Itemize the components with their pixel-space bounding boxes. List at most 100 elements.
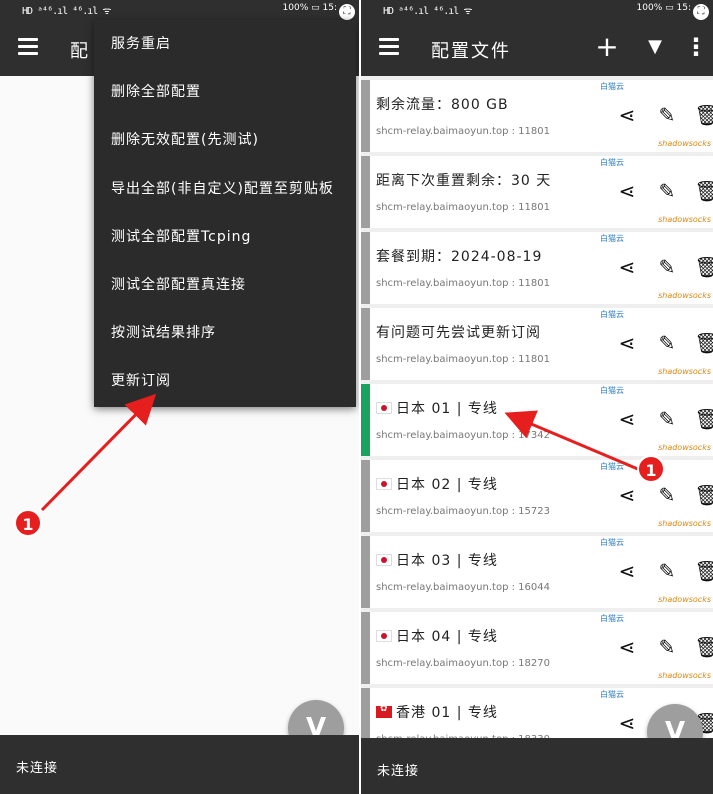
share-icon[interactable]: ⋖ (607, 483, 647, 507)
share-icon[interactable]: ⋖ (607, 635, 647, 659)
share-icon[interactable]: ⋖ (607, 179, 647, 203)
delete-icon[interactable]: 🗑 (687, 103, 713, 127)
protocol-type: shadowsocks (658, 367, 711, 376)
app-bar: 配置文件 + ▼ ⋮ (361, 20, 713, 76)
profile-name: 套餐到期：2024-08-19 (376, 246, 542, 266)
share-icon[interactable]: ⋖ (607, 711, 647, 735)
profile-actions: ⋖✎🗑 (607, 255, 713, 279)
profile-card[interactable]: 有问题可先尝试更新订阅 shcm-relay.baimaoyun.top : 11… (361, 308, 713, 380)
flag-icon (376, 704, 392, 718)
share-icon[interactable]: ⋖ (607, 255, 647, 279)
profile-name-text: 日本 01 | 专线 (396, 401, 498, 417)
share-icon[interactable]: ⋖ (607, 407, 647, 431)
edit-icon[interactable]: ✎ (647, 255, 687, 279)
edit-icon[interactable]: ✎ (647, 407, 687, 431)
connection-status: 未连接 (16, 761, 59, 776)
flag-icon (376, 554, 392, 566)
overflow-menu: 服务重启 删除全部配置 删除无效配置(先测试) 导出全部(非自定义)配置至剪贴板… (94, 20, 356, 407)
profile-card[interactable]: 日本 04 | 专线 shcm-relay.baimaoyun.top : 182… (361, 612, 713, 684)
flag-icon (376, 402, 392, 414)
profile-address: shcm-relay.baimaoyun.top : 16044 (376, 582, 550, 593)
profile-name-text: 香港 01 | 专线 (396, 705, 498, 721)
edit-icon[interactable]: ✎ (647, 179, 687, 203)
status-bar: HD ᵃ⁴⁶.ıl ⁴⁶.ıl ᯤ 100% ▭ 15: ⛶ (361, 0, 713, 20)
profile-name-text: 套餐到期：2024-08-19 (376, 249, 543, 265)
step-badge-right: 1 (637, 455, 665, 483)
battery-clock: 100% ▭ 15: (636, 3, 691, 13)
profile-address: shcm-relay.baimaoyun.top : 11801 (376, 126, 550, 137)
profile-address: shcm-relay.baimaoyun.top : 11801 (376, 278, 550, 289)
screenshot-scan-icon[interactable]: ⛶ (693, 4, 709, 20)
edit-icon[interactable]: ✎ (647, 103, 687, 127)
delete-icon[interactable]: 🗑 (687, 255, 713, 279)
menu-icon[interactable] (18, 38, 38, 55)
share-icon[interactable]: ⋖ (607, 331, 647, 355)
right-screen: HD ᵃ⁴⁶.ıl ⁴⁶.ıl ᯤ 100% ▭ 15: ⛶ 配置文件 + ▼ … (361, 0, 713, 794)
profile-card[interactable]: 日本 01 | 专线 shcm-relay.baimaoyun.top : 173… (361, 384, 713, 456)
profile-actions: ⋖✎🗑 (607, 635, 713, 659)
delete-icon[interactable]: 🗑 (687, 179, 713, 203)
subscription-tag: 白猫云 (600, 82, 624, 91)
bottom-status-bar: 未连接 (0, 735, 359, 794)
share-icon[interactable]: ⋖ (607, 559, 647, 583)
profile-address: shcm-relay.baimaoyun.top : 15723 (376, 506, 550, 517)
more-options-icon[interactable]: ⋮ (683, 34, 709, 60)
profile-name-text: 日本 04 | 专线 (396, 629, 498, 645)
subscription-tag: 白猫云 (600, 158, 624, 167)
profile-card[interactable]: 距离下次重置剩余：30 天 shcm-relay.baimaoyun.top : … (361, 156, 713, 228)
profile-name: 日本 04 | 专线 (376, 626, 498, 646)
profile-address: shcm-relay.baimaoyun.top : 11801 (376, 354, 550, 365)
edit-icon[interactable]: ✎ (647, 483, 687, 507)
profile-address: shcm-relay.baimaoyun.top : 11801 (376, 202, 550, 213)
menu-item-test-tcping[interactable]: 测试全部配置Tcping (94, 213, 356, 261)
profile-name: 剩余流量：800 GB (376, 94, 509, 114)
profile-actions: ⋖✎🗑 (607, 483, 713, 507)
protocol-type: shadowsocks (658, 291, 711, 300)
menu-item-delete-all[interactable]: 删除全部配置 (94, 68, 356, 116)
delete-icon[interactable]: 🗑 (687, 635, 713, 659)
profile-card[interactable]: 剩余流量：800 GB shcm-relay.baimaoyun.top : 11… (361, 80, 713, 152)
subscription-tag: 白猫云 (600, 310, 624, 319)
page-title: 配 (70, 41, 90, 62)
protocol-type: shadowsocks (658, 595, 711, 604)
menu-icon[interactable] (379, 38, 399, 55)
subscription-tag: 白猫云 (600, 386, 624, 395)
profile-card[interactable]: 日本 03 | 专线 shcm-relay.baimaoyun.top : 160… (361, 536, 713, 608)
filter-icon[interactable]: ▼ (642, 34, 668, 60)
menu-item-test-real-connection[interactable]: 测试全部配置真连接 (94, 261, 356, 309)
menu-item-export-clipboard[interactable]: 导出全部(非自定义)配置至剪贴板 (94, 165, 356, 213)
screenshot-scan-icon[interactable]: ⛶ (339, 4, 355, 20)
delete-icon[interactable]: 🗑 (687, 331, 713, 355)
profile-actions: ⋖✎🗑 (607, 331, 713, 355)
status-bar: HD ᵃ⁴⁶.ıl ⁴⁶.ıl ᯤ 100% ▭ 15: ⛶ (0, 0, 359, 20)
left-screen: HD ᵃ⁴⁶.ıl ⁴⁶.ıl ᯤ 100% ▭ 15: ⛶ 配 V 未连接 服… (0, 0, 359, 794)
profile-name: 日本 01 | 专线 (376, 398, 498, 418)
edit-icon[interactable]: ✎ (647, 635, 687, 659)
protocol-type: shadowsocks (658, 139, 711, 148)
profile-card[interactable]: 套餐到期：2024-08-19 shcm-relay.baimaoyun.top … (361, 232, 713, 304)
profile-name: 日本 02 | 专线 (376, 474, 498, 494)
battery-clock: 100% ▭ 15: (282, 3, 337, 13)
step-badge-left: 1 (14, 509, 42, 537)
subscription-tag: 白猫云 (600, 690, 624, 699)
profile-actions: ⋖✎🗑 (607, 559, 713, 583)
menu-item-update-subscription[interactable]: 更新订阅 (94, 357, 356, 405)
profile-name: 有问题可先尝试更新订阅 (376, 322, 541, 342)
flag-icon (376, 478, 392, 490)
menu-item-delete-invalid[interactable]: 删除无效配置(先测试) (94, 116, 356, 164)
profile-name: 香港 01 | 专线 (376, 702, 498, 722)
profile-address: shcm-relay.baimaoyun.top : 18270 (376, 658, 550, 669)
delete-icon[interactable]: 🗑 (687, 559, 713, 583)
signal-indicators: HD ᵃ⁴⁶.ıl ⁴⁶.ıl ᯤ (22, 6, 111, 17)
profile-name-text: 剩余流量：800 GB (376, 97, 509, 113)
share-icon[interactable]: ⋖ (607, 103, 647, 127)
delete-icon[interactable]: 🗑 (687, 483, 713, 507)
protocol-type: shadowsocks (658, 443, 711, 452)
menu-item-sort-by-result[interactable]: 按测试结果排序 (94, 309, 356, 357)
profile-name: 日本 03 | 专线 (376, 550, 498, 570)
menu-item-restart-service[interactable]: 服务重启 (94, 20, 356, 68)
edit-icon[interactable]: ✎ (647, 331, 687, 355)
add-icon[interactable]: + (594, 33, 620, 61)
delete-icon[interactable]: 🗑 (687, 407, 713, 431)
edit-icon[interactable]: ✎ (647, 559, 687, 583)
